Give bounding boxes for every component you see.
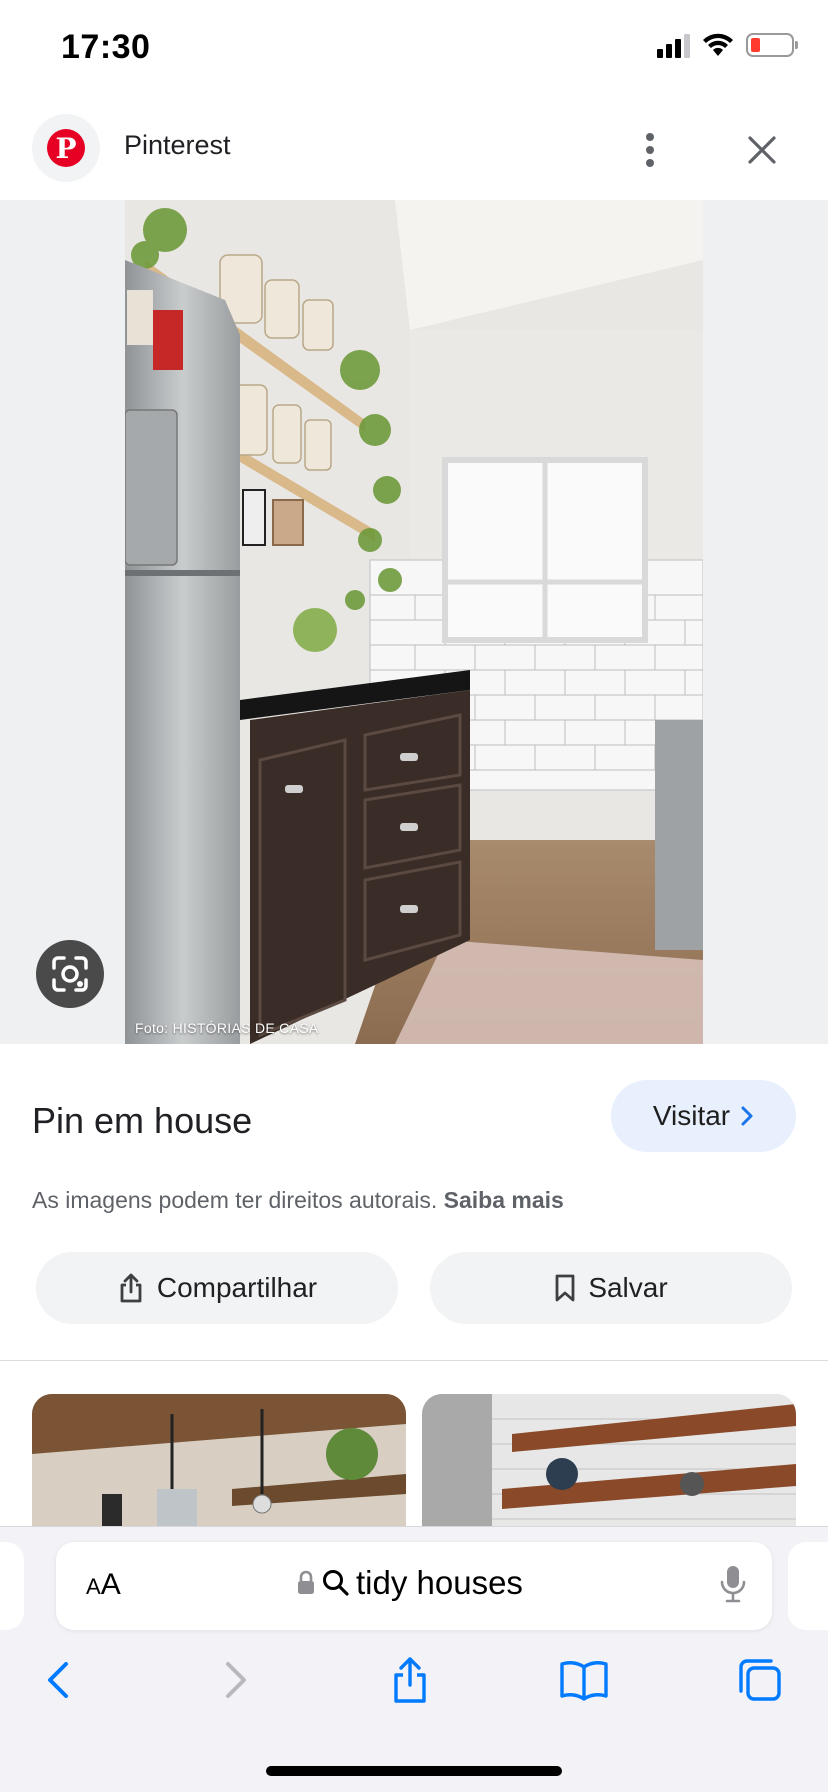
back-button[interactable]	[26, 1648, 90, 1712]
copyright-notice: As imagens podem ter direitos autorais. …	[32, 1187, 564, 1214]
bookmarks-icon	[560, 1661, 608, 1701]
divider	[0, 1360, 828, 1361]
kitchen-illustration	[125, 200, 703, 1044]
pin-title: Pin em house	[32, 1100, 253, 1141]
more-options-button[interactable]	[630, 120, 670, 180]
kitchen-photo[interactable]: Foto: HISTÓRIAS DE CASA	[125, 200, 703, 1044]
forward-button[interactable]	[204, 1648, 268, 1712]
wifi-icon	[703, 33, 733, 56]
share-sheet-icon	[394, 1657, 426, 1703]
related-image[interactable]	[32, 1394, 406, 1534]
next-tab-preview[interactable]	[788, 1542, 828, 1630]
back-icon	[48, 1662, 68, 1698]
visit-button[interactable]: Visitar	[611, 1080, 796, 1152]
tabs-button[interactable]	[728, 1648, 792, 1712]
close-icon	[748, 136, 776, 164]
source-name[interactable]: Pinterest	[124, 130, 231, 161]
pinterest-logo[interactable]: P	[32, 114, 100, 182]
lens-search-button[interactable]	[36, 940, 104, 1008]
lens-icon	[52, 956, 88, 992]
close-button[interactable]	[738, 120, 786, 180]
share-label: Compartilhar	[156, 1272, 318, 1303]
chevron-right-icon	[741, 1106, 753, 1126]
search-query: tidy houses	[356, 1564, 523, 1601]
text-size-button[interactable]: AAAA	[86, 1568, 121, 1602]
source-header: P Pinterest	[0, 100, 828, 200]
mic-icon	[720, 1566, 746, 1603]
status-bar: 17:30	[0, 0, 828, 100]
photo-credit: Foto: HISTÓRIAS DE CASA	[135, 1020, 319, 1036]
image-viewer: Foto: HISTÓRIAS DE CASA	[0, 200, 828, 1044]
forward-icon	[226, 1662, 246, 1698]
tabs-icon	[739, 1659, 781, 1701]
signal-icon	[657, 32, 690, 58]
status-time: 17:30	[61, 28, 151, 66]
save-label: Salvar	[588, 1272, 668, 1303]
url-display[interactable]: tidy houses	[296, 1564, 523, 1602]
share-sheet-button[interactable]	[378, 1648, 442, 1712]
home-indicator[interactable]	[266, 1766, 562, 1776]
search-icon	[323, 1570, 349, 1596]
browser-nav-row	[0, 1648, 828, 1712]
save-button[interactable]: Salvar	[430, 1252, 792, 1324]
address-bar[interactable]: AAAA tidy houses	[56, 1542, 772, 1630]
learn-more-link[interactable]: Saiba mais	[444, 1187, 564, 1213]
bookmarks-button[interactable]	[552, 1648, 616, 1712]
lock-icon	[298, 1570, 314, 1594]
related-image[interactable]	[422, 1394, 796, 1534]
copyright-text: As imagens podem ter direitos autorais.	[32, 1187, 438, 1213]
more-vert-icon	[646, 133, 654, 167]
visit-label: Visitar	[652, 1100, 731, 1131]
previous-tab-preview[interactable]	[0, 1542, 24, 1630]
status-icons	[657, 32, 798, 58]
share-button[interactable]: Compartilhar	[36, 1252, 398, 1324]
voice-search-button[interactable]	[720, 1564, 746, 1609]
share-icon	[120, 1273, 142, 1303]
battery-icon	[746, 33, 798, 57]
bookmark-icon	[555, 1274, 575, 1302]
